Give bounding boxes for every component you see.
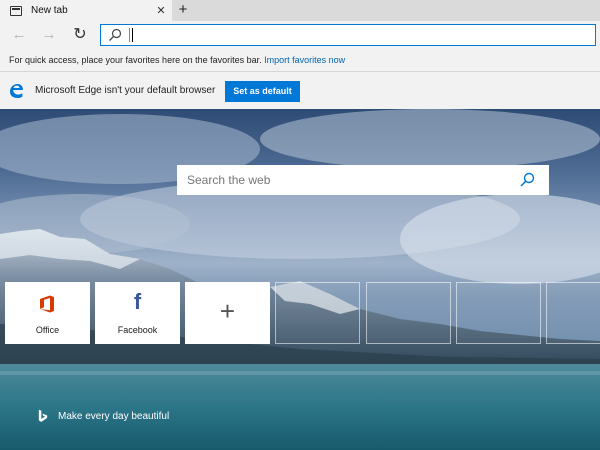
tab-title: New tab bbox=[31, 5, 68, 16]
tile-label: Facebook bbox=[117, 325, 158, 335]
address-divider bbox=[129, 28, 130, 42]
mountain-lake-background bbox=[0, 109, 600, 450]
close-tab-icon[interactable]: ✕ bbox=[153, 4, 169, 17]
bing-branding[interactable]: Make every day beautiful bbox=[38, 409, 169, 423]
search-icon bbox=[109, 28, 122, 41]
empty-tile[interactable] bbox=[366, 282, 451, 344]
facebook-icon: f bbox=[133, 289, 142, 314]
tile-facebook[interactable]: f Facebook bbox=[95, 282, 180, 344]
new-tab-page: Office f Facebook + Make every day beaut… bbox=[0, 109, 600, 450]
search-input[interactable] bbox=[187, 165, 507, 195]
set-as-default-button[interactable]: Set as default bbox=[225, 81, 300, 102]
favorites-bar: For quick access, place your favorites h… bbox=[0, 50, 600, 71]
plus-icon: + bbox=[219, 296, 236, 326]
import-favorites-link[interactable]: Import favorites now bbox=[264, 55, 345, 65]
empty-tile[interactable] bbox=[275, 282, 360, 344]
office-icon bbox=[40, 295, 54, 313]
bing-tagline: Make every day beautiful bbox=[58, 410, 170, 422]
edge-logo-icon bbox=[10, 84, 23, 98]
search-icon[interactable] bbox=[519, 172, 535, 188]
back-button[interactable]: ← bbox=[8, 24, 30, 46]
forward-button[interactable]: → bbox=[38, 24, 60, 46]
empty-tile[interactable] bbox=[546, 282, 600, 344]
favorites-bar-message: For quick access, place your favorites h… bbox=[9, 55, 262, 65]
tab-new-tab[interactable]: New tab ✕ bbox=[0, 0, 172, 21]
default-browser-message: Microsoft Edge isn't your default browse… bbox=[35, 85, 216, 96]
empty-tile[interactable] bbox=[456, 282, 541, 344]
add-site-tile[interactable]: + bbox=[185, 282, 270, 344]
text-caret bbox=[132, 28, 133, 42]
bing-icon bbox=[38, 409, 48, 422]
address-bar[interactable] bbox=[100, 24, 596, 46]
refresh-button[interactable]: ↻ bbox=[69, 24, 91, 46]
default-browser-banner: Microsoft Edge isn't your default browse… bbox=[0, 71, 600, 109]
tab-strip: New tab ✕ + bbox=[0, 0, 600, 21]
tile-office[interactable]: Office bbox=[5, 282, 90, 344]
search-box bbox=[177, 165, 549, 195]
navigation-bar: ← → ↻ bbox=[0, 21, 600, 50]
tab-page-icon bbox=[10, 5, 22, 16]
new-tab-button[interactable]: + bbox=[174, 0, 192, 21]
tile-label: Office bbox=[35, 325, 60, 335]
